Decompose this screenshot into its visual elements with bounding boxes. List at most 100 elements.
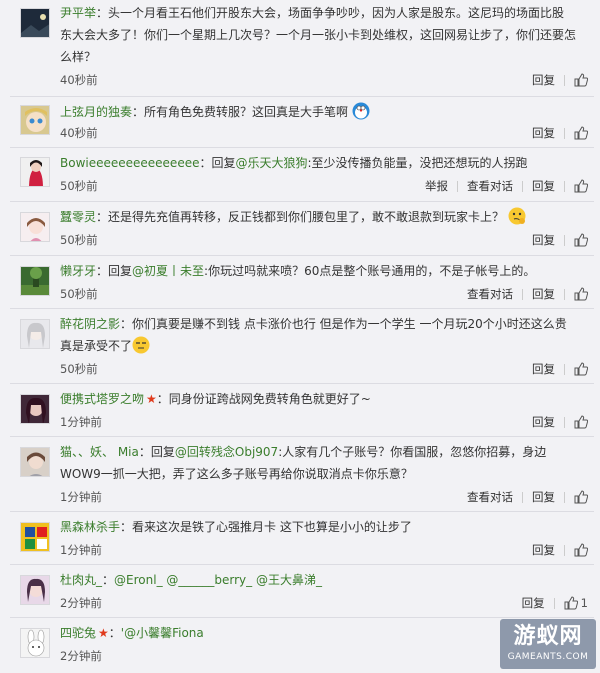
divider — [10, 255, 594, 256]
thumbs-up-icon — [574, 415, 588, 429]
username[interactable]: 便携式塔罗之吻 — [60, 392, 144, 406]
comment-text: ：同身份证跨战网免费转角色就更好了~ — [156, 392, 371, 406]
reply-prefix: ：回复 — [199, 156, 236, 170]
like-button[interactable] — [574, 179, 588, 193]
mention-link[interactable]: @乐天大狼狗 — [235, 156, 307, 170]
avatar[interactable] — [20, 628, 50, 658]
timestamp: 50秒前 — [60, 362, 98, 376]
reply-prefix: ： — [102, 573, 115, 587]
sweat-emoji-icon — [132, 336, 150, 354]
avatar[interactable] — [20, 212, 50, 242]
action-divider — [522, 491, 523, 503]
avatar[interactable] — [20, 157, 50, 187]
thumbs-up-icon — [574, 287, 588, 301]
like-count: 1 — [580, 596, 588, 610]
thumbs-up-icon — [574, 73, 588, 87]
timestamp: 1分钟前 — [60, 490, 102, 504]
like-button[interactable] — [574, 362, 588, 376]
reply-button[interactable]: 回复 — [532, 72, 555, 88]
action-divider — [564, 544, 565, 556]
thumbs-up-icon — [574, 490, 588, 504]
action-divider — [457, 180, 458, 192]
reply-button[interactable]: 回复 — [532, 361, 555, 377]
divider — [10, 96, 594, 97]
thinking-emoji-icon — [508, 207, 526, 225]
mention-link[interactable]: '@小馨馨Fiona — [121, 626, 204, 640]
thumbs-up-icon — [574, 179, 588, 193]
comment-text: :你玩过吗就来喷？60点是整个账号通用的，不是子帐号上的。 — [204, 264, 536, 278]
divider — [10, 564, 594, 565]
divider — [10, 201, 594, 202]
reply-button[interactable]: 回复 — [532, 178, 555, 194]
view-conversation-button[interactable]: 查看对话 — [467, 178, 513, 194]
divider — [10, 617, 594, 618]
watermark-subtitle: GAMEANTS.COM — [507, 652, 589, 662]
timestamp: 50秒前 — [60, 233, 98, 247]
reply-button[interactable]: 回复 — [532, 286, 555, 302]
action-divider — [522, 288, 523, 300]
avatar[interactable] — [20, 522, 50, 552]
comment-text: ：看来这次是铁了心强推月卡 这下也算是小小的让步了 — [120, 520, 412, 534]
divider — [10, 308, 594, 309]
view-conversation-button[interactable]: 查看对话 — [467, 489, 513, 505]
username[interactable]: 尹平举 — [60, 6, 96, 20]
mention-link[interactable]: @初夏丨未至 — [132, 264, 204, 278]
like-button[interactable] — [574, 126, 588, 140]
username[interactable]: 黑森林杀手 — [60, 520, 120, 534]
avatar[interactable] — [20, 394, 50, 424]
site-watermark: 游蚁网 GAMEANTS.COM — [500, 619, 596, 669]
avatar[interactable] — [20, 8, 50, 38]
thumbs-up-icon — [574, 233, 588, 247]
divider — [10, 436, 594, 437]
comment-text: ：头一个月看王石他们开股东大会，场面争争吵吵，因为人家是股东。这尼玛的场面比股东… — [60, 6, 577, 64]
username[interactable]: 懒牙牙 — [60, 264, 96, 278]
mention-link[interactable]: @Eronl_ @______berry_ @王大鼻涕_ — [114, 573, 322, 587]
username[interactable]: 上弦月的独奏 — [60, 105, 132, 119]
reply-button[interactable]: 回复 — [532, 414, 555, 430]
reply-prefix: ：回复 — [96, 264, 133, 278]
report-button[interactable]: 举报 — [425, 178, 448, 194]
view-conversation-button[interactable]: 查看对话 — [467, 286, 513, 302]
timestamp: 1分钟前 — [60, 543, 102, 557]
action-divider — [564, 74, 565, 86]
like-button[interactable] — [574, 73, 588, 87]
username[interactable]: 杜肉丸_ — [60, 573, 102, 587]
thumbs-up-icon — [574, 543, 588, 557]
reply-button[interactable]: 回复 — [532, 232, 555, 248]
thumbs-up-icon — [574, 126, 588, 140]
action-divider — [522, 180, 523, 192]
like-button[interactable] — [574, 543, 588, 557]
username[interactable]: 猫、、妖、 Mia — [60, 445, 139, 459]
avatar[interactable] — [20, 575, 50, 605]
comment-text: :至少没传播负能量，没把还想玩的人拐跑 — [307, 156, 528, 170]
avatar[interactable] — [20, 447, 50, 477]
timestamp: 40秒前 — [60, 126, 98, 140]
comment-text: ：还是得先充值再转移，反正钱都到你们腰包里了，敢不敢退款到玩家卡上？ — [96, 210, 505, 224]
divider — [10, 511, 594, 512]
avatar[interactable] — [20, 319, 50, 349]
like-button[interactable]: 1 — [564, 596, 588, 610]
reply-button[interactable]: 回复 — [532, 489, 555, 505]
username[interactable]: Bowieeeeeeeeeeeeeee — [60, 156, 199, 170]
reply-button[interactable]: 回复 — [532, 542, 555, 558]
avatar[interactable] — [20, 105, 50, 135]
like-button[interactable] — [574, 287, 588, 301]
username[interactable]: 四驼兔 — [60, 626, 96, 640]
action-divider — [564, 288, 565, 300]
username[interactable]: 醉花阴之影 — [60, 317, 120, 331]
action-divider — [564, 127, 565, 139]
like-button[interactable] — [574, 233, 588, 247]
reply-button[interactable]: 回复 — [532, 125, 555, 141]
action-divider — [553, 597, 555, 609]
like-button[interactable] — [574, 490, 588, 504]
username[interactable]: 蠶零灵 — [60, 210, 96, 224]
timestamp: 50秒前 — [60, 179, 98, 193]
divider — [10, 383, 594, 384]
avatar[interactable] — [20, 266, 50, 296]
reply-prefix: ： — [108, 626, 121, 640]
like-button[interactable] — [574, 415, 588, 429]
reply-prefix: ：回复 — [138, 445, 175, 459]
thumbs-up-icon — [564, 596, 578, 610]
mention-link[interactable]: @回转残念Obj907 — [175, 445, 278, 459]
reply-button[interactable]: 回复 — [522, 595, 545, 611]
